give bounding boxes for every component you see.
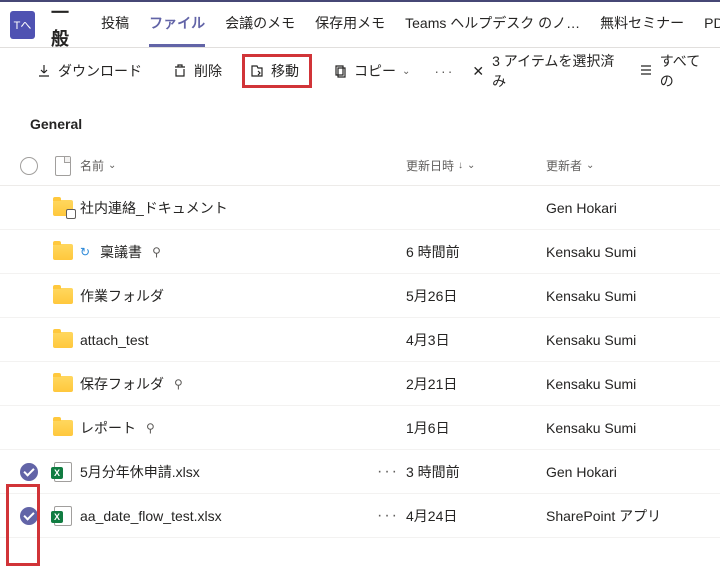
command-bar: ダウンロード 削除 移動 コピー ⌄ ··· ✕ 3 アイテムを選択済み すべて…: [0, 48, 720, 94]
row-checkbox[interactable]: [12, 199, 46, 217]
delete-button[interactable]: 削除: [166, 57, 228, 85]
modified-date: 5月26日: [406, 286, 546, 306]
row-checkbox[interactable]: [12, 331, 46, 349]
table-row[interactable]: 社内連絡_ドキュメント Gen Hokari: [0, 186, 720, 230]
shared-icon: ⚲: [146, 421, 155, 435]
sort-desc-icon: ↓: [458, 160, 463, 171]
row-checkbox[interactable]: [12, 243, 46, 261]
excel-icon: [46, 506, 80, 526]
modified-by: Kensaku Sumi: [546, 288, 720, 304]
column-header-row: 名前⌄ 更新日時↓⌄ 更新者⌄: [0, 146, 720, 186]
file-name[interactable]: ↻稟議書⚲: [80, 242, 370, 262]
table-row[interactable]: レポート⚲ 1月6日Kensaku Sumi: [0, 406, 720, 450]
modified-date: 1月6日: [406, 418, 546, 438]
breadcrumb[interactable]: General: [0, 94, 720, 146]
file-name[interactable]: 作業フォルダ: [80, 286, 370, 306]
modified-date: 2月21日: [406, 374, 546, 394]
column-name-header[interactable]: 名前⌄: [80, 157, 116, 174]
modified-by: Gen Hokari: [546, 200, 720, 216]
file-name[interactable]: aa_date_flow_test.xlsx: [80, 508, 370, 524]
table-row[interactable]: 5月分年休申請.xlsx ··· 3 時間前Gen Hokari: [0, 450, 720, 494]
move-button[interactable]: 移動: [242, 54, 312, 88]
file-name[interactable]: レポート⚲: [80, 418, 370, 438]
modified-by: Kensaku Sumi: [546, 244, 720, 260]
all-documents-button[interactable]: すべての: [638, 51, 710, 91]
select-all-checkbox[interactable]: [12, 157, 46, 175]
tab-strip: 投稿ファイル会議のメモ保存用メモ Teams ヘルプデスク のノ… 無料セミナー PD…: [101, 2, 720, 47]
folder-icon: [46, 288, 80, 304]
tab-1[interactable]: ファイル: [149, 2, 205, 47]
modified-date: 4月3日: [406, 330, 546, 350]
column-modifiedby-header[interactable]: 更新者⌄: [546, 157, 594, 174]
row-actions-button[interactable]: ···: [377, 463, 399, 481]
modified-date: 3 時間前: [406, 462, 546, 482]
file-name[interactable]: attach_test: [80, 332, 370, 348]
channel-header: Tへ 一般 投稿ファイル会議のメモ保存用メモ Teams ヘルプデスク のノ… 無料…: [0, 2, 720, 48]
shared-icon: ⚲: [152, 245, 161, 259]
chevron-down-icon: ⌄: [402, 66, 410, 77]
table-row[interactable]: attach_test 4月3日Kensaku Sumi: [0, 318, 720, 362]
row-checkbox[interactable]: [12, 419, 46, 437]
tab-6[interactable]: PDF: [704, 2, 720, 47]
row-checkbox[interactable]: [12, 287, 46, 305]
folder-icon: [46, 244, 80, 260]
modified-date: 6 時間前: [406, 242, 546, 262]
modified-date: 4月24日: [406, 506, 546, 526]
trash-icon: [172, 63, 188, 79]
file-name[interactable]: 社内連絡_ドキュメント: [80, 198, 370, 218]
tab-5[interactable]: 無料セミナー: [600, 2, 684, 47]
file-name[interactable]: 5月分年休申請.xlsx: [80, 462, 370, 482]
row-checkbox[interactable]: [12, 463, 46, 481]
chevron-down-icon: ⌄: [467, 160, 475, 171]
excel-icon: [46, 462, 80, 482]
folder-icon: [46, 376, 80, 392]
modified-by: Gen Hokari: [546, 464, 720, 480]
copy-button[interactable]: コピー ⌄: [326, 57, 416, 85]
folder-icon: [46, 332, 80, 348]
modified-by: Kensaku Sumi: [546, 376, 720, 392]
move-icon: [249, 63, 265, 79]
download-icon: [36, 63, 52, 79]
table-row[interactable]: ↻稟議書⚲ 6 時間前Kensaku Sumi: [0, 230, 720, 274]
modified-by: Kensaku Sumi: [546, 420, 720, 436]
shared-icon: ⚲: [174, 377, 183, 391]
sync-icon: ↻: [80, 245, 90, 259]
more-actions-button[interactable]: ···: [434, 63, 454, 79]
channel-name: 一般: [51, 0, 83, 51]
modified-by: Kensaku Sumi: [546, 332, 720, 348]
row-actions-button[interactable]: ···: [377, 507, 399, 525]
download-button[interactable]: ダウンロード: [30, 57, 148, 85]
chevron-down-icon: ⌄: [108, 160, 116, 171]
folder-icon: [46, 420, 80, 436]
document-icon: [55, 156, 71, 176]
row-checkbox[interactable]: [12, 507, 46, 525]
row-checkbox[interactable]: [12, 375, 46, 393]
copy-icon: [332, 63, 348, 79]
table-row[interactable]: 保存フォルダ⚲ 2月21日Kensaku Sumi: [0, 362, 720, 406]
tab-3[interactable]: 保存用メモ: [315, 2, 385, 47]
file-name[interactable]: 保存フォルダ⚲: [80, 374, 370, 394]
table-row[interactable]: 作業フォルダ 5月26日Kensaku Sumi: [0, 274, 720, 318]
list-icon: [638, 62, 654, 81]
clear-selection-icon[interactable]: ✕: [472, 63, 484, 80]
selection-count[interactable]: ✕ 3 アイテムを選択済み: [472, 51, 619, 91]
table-row[interactable]: aa_date_flow_test.xlsx ··· 4月24日SharePoint…: [0, 494, 720, 538]
folder-icon: [46, 200, 80, 216]
file-type-header[interactable]: [46, 156, 80, 176]
tab-2[interactable]: 会議のメモ: [225, 2, 295, 47]
column-modified-header[interactable]: 更新日時↓⌄: [406, 157, 475, 174]
chevron-down-icon: ⌄: [586, 160, 594, 171]
team-avatar[interactable]: Tへ: [10, 11, 35, 39]
modified-by: SharePoint アプリ: [546, 506, 720, 526]
tab-4[interactable]: Teams ヘルプデスク のノ…: [405, 2, 580, 47]
tab-0[interactable]: 投稿: [101, 2, 129, 47]
